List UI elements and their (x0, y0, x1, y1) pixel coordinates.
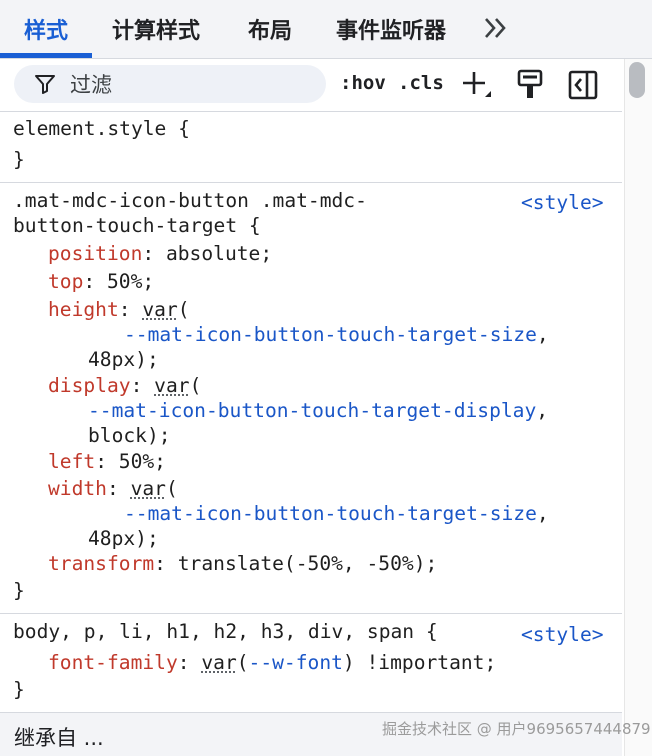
declaration-transform[interactable]: transform: translate(-50%, -50%); (48, 551, 437, 576)
rule-selector[interactable]: .mat-mdc-icon-button .mat-mdc- (13, 188, 367, 213)
css-variable-link[interactable]: --mat-icon-button-touch-target-size, (124, 501, 549, 526)
hov-toggle-button[interactable]: :hov (340, 72, 386, 94)
styles-toolbar: :hov .cls (0, 59, 622, 112)
scrollbar-thumb[interactable] (629, 62, 645, 98)
rule-selector[interactable]: body, p, li, h1, h2, h3, div, span { (13, 619, 438, 644)
filter-box[interactable] (14, 65, 326, 105)
devtools-tab-bar: 样式 计算样式 布局 事件监听器 (0, 0, 652, 59)
tab-computed[interactable]: 计算样式 (112, 0, 200, 58)
declaration-left[interactable]: left: 50%; (48, 449, 166, 474)
element-style-rule: element.style { } (0, 112, 622, 183)
body-font-rule: body, p, li, h1, h2, h3, div, span { <st… (0, 614, 622, 713)
inherited-label: 继承自 ... (14, 726, 104, 750)
rule-close-brace: } (13, 678, 25, 701)
scrollbar-track[interactable] (624, 59, 652, 756)
declaration-value: block); (88, 424, 171, 447)
rule-selector[interactable]: element.style { (13, 116, 190, 141)
style-source-link[interactable]: <style> (521, 191, 604, 214)
rule-close-brace: } (13, 579, 25, 602)
css-variable-link[interactable]: --mat-icon-button-touch-target-display, (88, 398, 548, 423)
watermark-text: 掘金技术社区 @ 用户9695657444879 (382, 720, 651, 738)
active-tab-indicator (0, 53, 92, 58)
declaration-display[interactable]: display: var( (48, 373, 201, 398)
declaration-top[interactable]: top: 50%; (48, 269, 154, 294)
tab-styles[interactable]: 样式 (24, 0, 68, 58)
filter-icon (35, 75, 55, 94)
double-chevron-right-icon[interactable] (481, 12, 513, 44)
rule-selector-cont[interactable]: button-touch-target { (13, 213, 261, 238)
tab-event-listeners[interactable]: 事件监听器 (336, 0, 446, 58)
paint-roller-icon[interactable] (512, 67, 548, 103)
declaration-position[interactable]: position: absolute; (48, 241, 272, 266)
declaration-value: 48px); (88, 527, 159, 550)
style-source-link[interactable]: <style> (521, 623, 604, 646)
touch-target-rule: .mat-mdc-icon-button .mat-mdc- button-to… (0, 183, 622, 614)
rule-close-brace: } (13, 148, 25, 171)
declaration-width[interactable]: width: var( (48, 476, 178, 501)
cls-toggle-button[interactable]: .cls (398, 72, 444, 94)
plus-icon[interactable] (459, 67, 495, 103)
declaration-font-family[interactable]: font-family: var(--w-font) !important; (48, 650, 496, 675)
declaration-height[interactable]: height: var( (48, 297, 190, 322)
css-variable-link[interactable]: --mat-icon-button-touch-target-size, (124, 322, 549, 347)
declaration-value: 48px); (88, 348, 159, 371)
tab-layout[interactable]: 布局 (248, 0, 292, 58)
sidebar-toggle-icon[interactable] (565, 67, 601, 103)
filter-input[interactable] (68, 65, 312, 105)
